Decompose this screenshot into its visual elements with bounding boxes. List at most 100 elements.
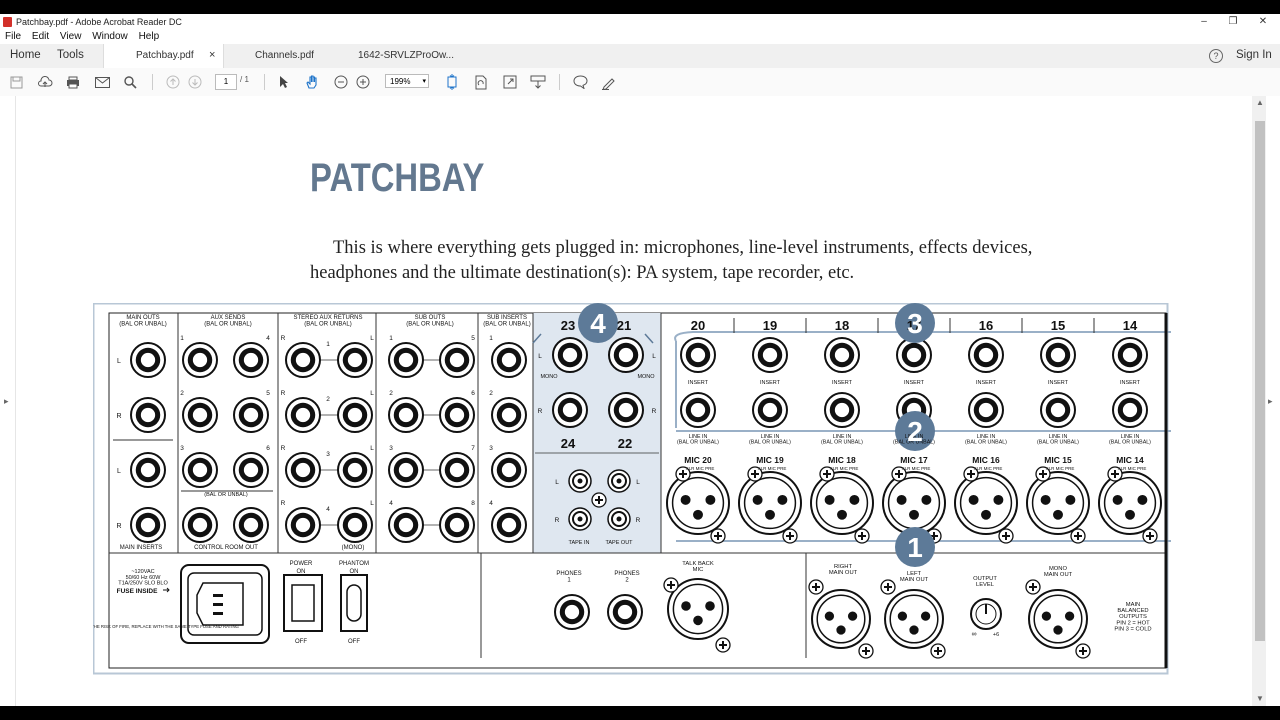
insert-label: INSERT (1048, 380, 1069, 386)
search-icon[interactable] (122, 74, 138, 90)
select-cursor-icon[interactable] (276, 74, 292, 90)
intro-paragraph-line-2: headphones and the ultimate destination(… (310, 263, 855, 283)
minimize-button[interactable]: – (1193, 14, 1215, 30)
comment-icon[interactable] (572, 74, 588, 90)
menu-help[interactable]: Help (139, 30, 160, 43)
row-letter: R (281, 390, 286, 397)
rotate-icon[interactable] (473, 74, 489, 90)
insert-label: INSERT (832, 380, 853, 386)
title-bar: Patchbay.pdf - Adobe Acrobat Reader DC –… (0, 14, 1280, 30)
tab-tools[interactable]: Tools (57, 44, 84, 68)
restore-button[interactable]: ❐ (1222, 14, 1244, 30)
mic-label: MIC 15 (1044, 455, 1072, 465)
pen-icon[interactable] (600, 74, 616, 90)
intro-paragraph-line-1: This is where everything gets plugged in… (333, 238, 1033, 258)
patchbay-diagram-svg: MAIN OUTS (BAL OR UNBAL) AUX SENDS (BAL OR … (43, 302, 1178, 675)
mono-label: MONO (637, 374, 655, 380)
fit-page-icon[interactable] (444, 74, 460, 90)
tab-bar: Home Tools Patchbay.pdf × Channels.pdf 1… (0, 44, 1280, 69)
scrollbar-thumb[interactable] (1255, 121, 1265, 641)
row-letter: L (636, 479, 640, 486)
row-letter: R (636, 517, 641, 524)
callout-badge-number: 3 (907, 308, 923, 339)
tab-patchbay-label: Patchbay.pdf (136, 50, 194, 61)
zoom-select[interactable]: 199% ▾ (385, 74, 429, 88)
toolbar: 1 / 1 199% ▾ (0, 68, 1280, 97)
save-icon[interactable] (8, 74, 24, 90)
sign-in-link[interactable]: Sign In (1236, 44, 1272, 68)
close-window-button[interactable]: ✕ (1252, 14, 1274, 30)
row-letter: L (117, 358, 121, 365)
aux-number: 5 (266, 390, 270, 397)
row-letter: L (117, 468, 121, 475)
callout-badge-number: 2 (907, 416, 923, 447)
return-number: 4 (326, 506, 330, 513)
page-heading: PATCHBAY (310, 156, 485, 200)
main-outs-header: MAIN OUTS (BAL OR UNBAL) (119, 315, 166, 327)
menu-file[interactable]: File (5, 30, 21, 43)
row-letter: R (555, 517, 560, 524)
page-number-input[interactable]: 1 (215, 74, 237, 90)
fuse-inside-label: FUSE INSIDE (117, 588, 158, 595)
insert-label: INSERT (760, 380, 781, 386)
channel-number: 21 (617, 318, 631, 333)
channel-number: 18 (835, 318, 849, 333)
insert-label: INSERT (976, 380, 997, 386)
scroll-down-arrow-icon[interactable]: ▼ (1256, 694, 1264, 703)
help-icon[interactable]: ? (1209, 49, 1223, 63)
insert-label: INSERT (688, 380, 709, 386)
zoom-in-icon[interactable] (355, 74, 371, 90)
channel-number: 19 (763, 318, 777, 333)
sub-out-number: 3 (389, 445, 393, 452)
mic-label: MIC 18 (828, 455, 856, 465)
bottom-black-bar (0, 706, 1280, 720)
expand-right-arrow-icon[interactable]: ▸ (1268, 396, 1273, 407)
xlr-mic-pre-label: XLR MIC PRE (974, 466, 1003, 471)
tab-close-icon[interactable]: × (209, 44, 215, 67)
caution-label: CAUTION: TO REDUCE THE RISK OF FIRE, REP… (93, 624, 240, 629)
zoom-out-icon[interactable] (333, 74, 349, 90)
menu-edit[interactable]: Edit (32, 30, 49, 43)
power-on-label: ON (297, 569, 306, 575)
channel-number: 24 (561, 436, 576, 451)
tab-channels[interactable]: Channels.pdf (222, 44, 342, 68)
zoom-value: 199% (390, 77, 411, 86)
hand-tool-icon[interactable] (304, 74, 320, 90)
document-viewer[interactable]: ▸ ▸ ▲ ▼ PATCHBAY This is where everythin… (0, 96, 1280, 706)
scroll-up-arrow-icon[interactable]: ▲ (1256, 98, 1264, 107)
xlr-mic-pre-label: XLR MIC PRE (686, 466, 715, 471)
full-screen-icon[interactable] (502, 74, 518, 90)
tab-patchbay[interactable]: Patchbay.pdf × (103, 44, 224, 68)
tab-srvlz-label: 1642-SRVLZProOw... (358, 50, 454, 61)
xlr-mic-pre-label: XLR MIC PRE (1046, 466, 1075, 471)
callout-badge-number: 1 (907, 532, 923, 563)
expand-left-arrow-icon[interactable]: ▸ (4, 396, 9, 407)
callout-badge-number: 4 (590, 308, 606, 339)
row-letter: R (538, 408, 543, 415)
mic-label: MIC 17 (900, 455, 928, 465)
toolbar-separator (152, 74, 153, 90)
row-letter: R (116, 523, 121, 530)
tab-srvlz[interactable]: 1642-SRVLZProOw... (342, 44, 462, 68)
page-total: / 1 (240, 75, 249, 84)
tab-home[interactable]: Home (10, 44, 41, 68)
next-page-icon[interactable] (187, 74, 203, 90)
insert-label: INSERT (904, 380, 925, 386)
prev-page-icon[interactable] (165, 74, 181, 90)
upload-cloud-icon[interactable] (37, 74, 53, 90)
return-number: 2 (326, 396, 330, 403)
print-icon[interactable] (65, 74, 81, 90)
chevron-down-icon: ▾ (422, 78, 426, 85)
scroll-mode-icon[interactable] (530, 74, 546, 90)
mono-label: (MONO) (342, 545, 365, 551)
sub-insert-number: 1 (489, 335, 493, 342)
menu-view[interactable]: View (60, 30, 82, 43)
aux-number: 3 (180, 445, 184, 452)
aux-sends-header: AUX SENDS (BAL OR UNBAL) (204, 315, 251, 327)
xlr-mic-pre-label: XLR MIC PRE (830, 466, 859, 471)
tape-in-label: TAPE IN (569, 540, 590, 546)
left-panel-toggle[interactable]: ▸ (0, 96, 16, 706)
row-letter: R (281, 445, 286, 452)
menu-window[interactable]: Window (92, 30, 128, 43)
email-icon[interactable] (94, 74, 110, 90)
